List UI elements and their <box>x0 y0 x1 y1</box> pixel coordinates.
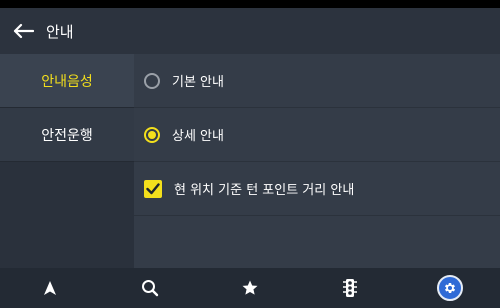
bottom-nav <box>0 268 500 308</box>
radio-button[interactable] <box>144 72 160 89</box>
option-basic-guidance[interactable]: 기본 안내 <box>134 54 500 108</box>
checkbox-checked[interactable] <box>144 179 162 198</box>
star-icon <box>242 280 258 295</box>
header-bar: 안내 <box>0 8 500 54</box>
settings-active-indicator <box>437 275 463 301</box>
traffic-light-icon <box>343 279 357 297</box>
nav-settings-button[interactable] <box>400 268 500 308</box>
page-title: 안내 <box>46 22 74 41</box>
navigation-arrow-icon <box>44 281 56 295</box>
radio-button-selected[interactable] <box>144 126 160 143</box>
option-label: 기본 안내 <box>172 75 224 90</box>
option-detailed-guidance[interactable]: 상세 안내 <box>134 108 500 162</box>
gear-icon <box>444 282 456 294</box>
checkmark-icon <box>146 182 160 194</box>
back-arrow-icon[interactable] <box>0 8 46 54</box>
nav-search-button[interactable] <box>100 268 200 308</box>
option-turn-point-distance[interactable]: 현 위치 기준 턴 포인트 거리 안내 <box>134 162 500 216</box>
search-icon <box>142 280 159 297</box>
nav-favorites-button[interactable] <box>200 268 300 308</box>
settings-panel: 기본 안내 상세 안내 현 위치 기준 턴 포인트 거리 안내 <box>134 54 500 268</box>
sidebar-item-safe-driving[interactable]: 안전운행 <box>0 108 134 162</box>
sidebar: 안내음성 안전운행 <box>0 54 134 268</box>
option-label: 현 위치 기준 턴 포인트 거리 안내 <box>174 183 355 198</box>
nav-navigation-button[interactable] <box>0 268 100 308</box>
nav-traffic-button[interactable] <box>300 268 400 308</box>
sidebar-item-label: 안전운행 <box>41 127 93 144</box>
sidebar-item-label: 안내음성 <box>41 73 93 90</box>
option-label: 상세 안내 <box>172 129 224 144</box>
status-strip <box>0 0 500 8</box>
sidebar-item-voice-guidance[interactable]: 안내음성 <box>0 54 134 108</box>
